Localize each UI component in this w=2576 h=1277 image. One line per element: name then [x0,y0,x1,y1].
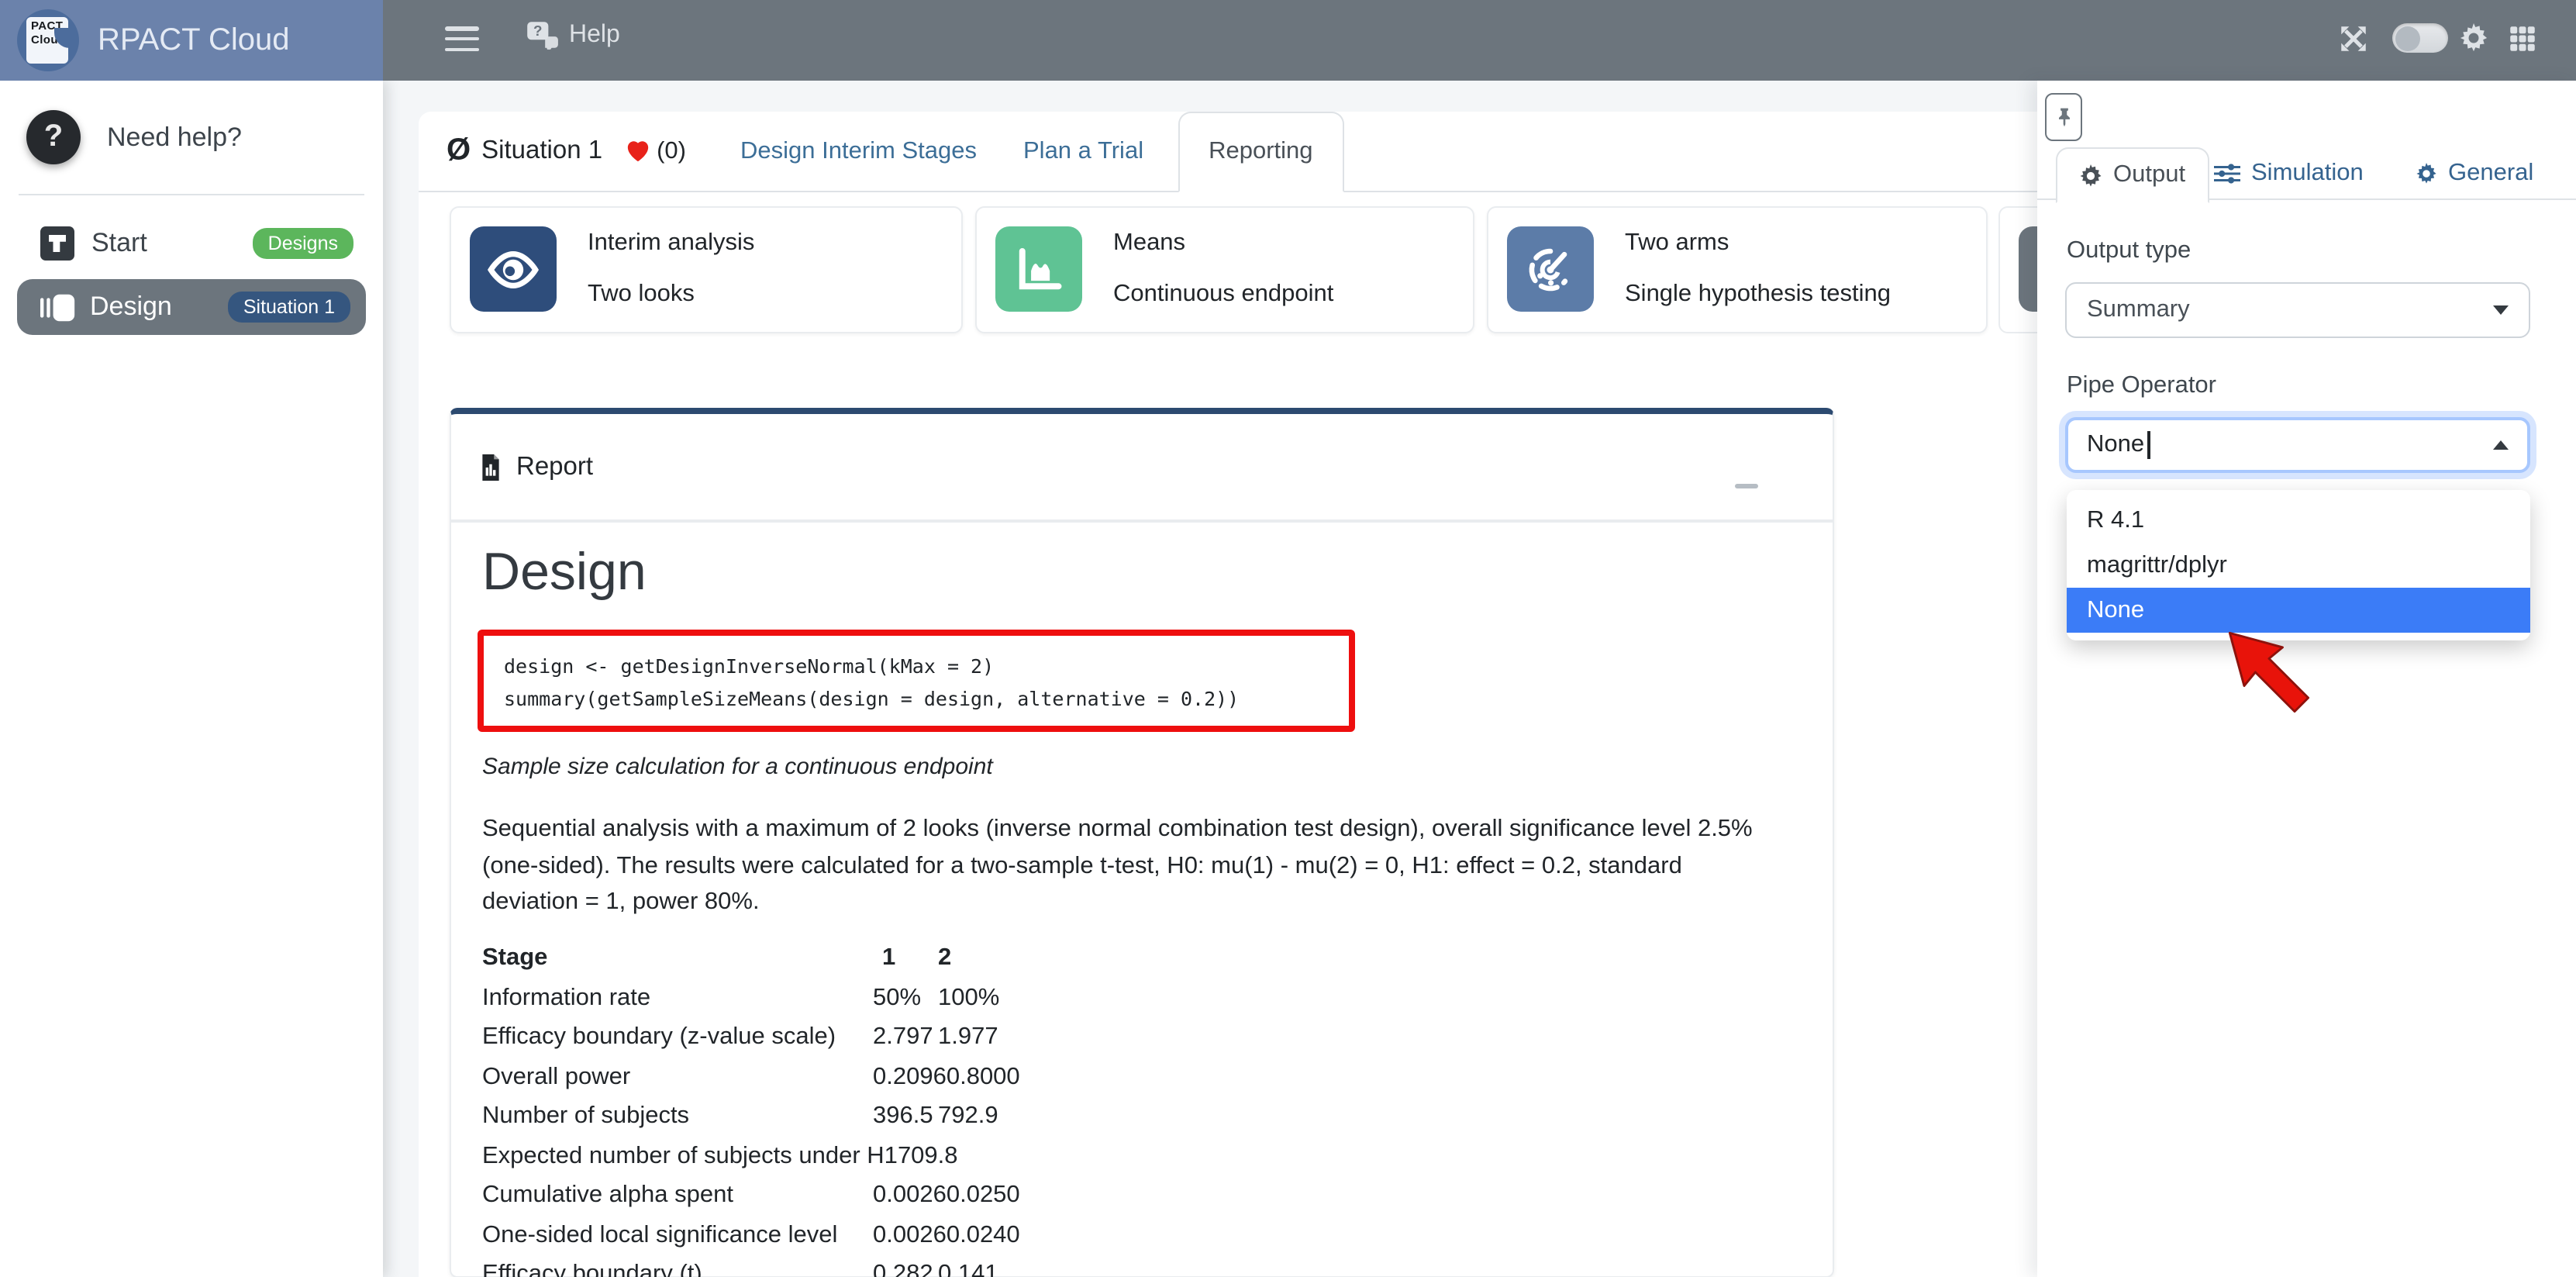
option-r41[interactable]: R 4.1 [2067,498,2530,543]
tab-reporting[interactable]: Reporting [1178,112,1343,192]
code-line: design <- getDesignInverseNormal(kMax = … [504,650,1349,682]
start-icon [40,226,74,261]
hamburger-menu-icon[interactable] [445,26,479,58]
card-means[interactable]: Means Continuous endpoint [975,206,1474,333]
file-bar-chart-icon [478,454,504,480]
sidebar: ? Need help? Start Designs Design Situat… [0,81,383,1277]
report-paragraph: Sequential analysis with a maximum of 2 … [482,811,1769,920]
code-line: summary(getSampleSizeMeans(design = desi… [504,682,1349,715]
chevron-up-icon [2493,440,2509,450]
design-summary-cards: Interim analysis Two looks Means Continu… [450,206,1988,333]
r-code-block: design <- getDesignInverseNormal(kMax = … [478,630,1355,732]
likes-count: (0) [657,137,686,165]
heart-icon[interactable] [624,138,650,164]
col-header-1: 1 [873,944,938,972]
gears-icon [2416,163,2437,185]
report-panel: Report Design design <- getDesignInverse… [450,408,1834,1277]
top-bar: PACT Cloud RPACT Cloud Help [0,0,2576,81]
tab-simulation[interactable]: Simulation [2214,147,2364,200]
col-header-stage: Stage [482,944,873,972]
sidebar-item-label: Start [91,228,147,259]
eye-icon [470,226,557,312]
card-subtitle: Continuous endpoint [1113,281,1333,309]
tab-design-interim-stages[interactable]: Design Interim Stages [740,137,977,165]
card-title: Means [1113,230,1333,257]
apps-grid-icon[interactable] [2509,25,2536,53]
drawer-tab-bar: Output Simulation General [2037,147,2576,200]
workspace-card: Ø Situation 1 (0) Design Interim Stages … [419,112,2062,1277]
table-row: Efficacy boundary (t)0.2820.141 [482,1261,1020,1277]
tab-general[interactable]: General [2416,147,2533,200]
designs-badge: Designs [253,228,353,259]
output-type-label: Output type [2067,237,2191,265]
results-table: Stage12 Information rate50%100% Efficacy… [482,944,1020,1277]
help-button[interactable]: Help [524,20,620,50]
need-help-link[interactable]: Need help? [107,123,242,154]
table-row: Efficacy boundary (z-value scale)2.7971.… [482,1023,1020,1063]
pipe-operator-label: Pipe Operator [2067,372,2216,400]
text-cursor [2147,431,2150,459]
app-title: RPACT Cloud [98,22,290,58]
report-heading: Design [482,543,647,603]
fullscreen-icon[interactable] [2340,25,2367,53]
table-row: Cumulative alpha spent0.00260.0250 [482,1182,1020,1221]
chat-question-icon [524,20,560,50]
workspace-tab-bar: Ø Situation 1 (0) Design Interim Stages … [419,112,2062,192]
report-caption: Sample size calculation for a continuous… [482,754,993,780]
table-row: Expected number of subjects under H1709.… [482,1142,1020,1182]
gear-icon [2079,164,2102,187]
pin-icon [2054,107,2074,127]
chevron-down-icon [2493,305,2509,315]
card-title: Two arms [1625,230,1891,257]
pin-drawer-button[interactable] [2045,93,2082,141]
option-magrittr[interactable]: magrittr/dplyr [2067,543,2530,588]
sidebar-item-label: Design [90,292,172,323]
table-header-row: Stage12 [482,944,1020,984]
card-title: Interim analysis [588,230,754,257]
card-interim-analysis[interactable]: Interim analysis Two looks [450,206,963,333]
help-label: Help [569,21,620,49]
table-row: One-sided local significance level0.0026… [482,1221,1020,1261]
app-root: ? [0,0,2576,1277]
card-two-arms[interactable]: Two arms Single hypothesis testing [1487,206,1988,333]
dark-mode-toggle[interactable] [2392,23,2448,53]
pipe-operator-combobox[interactable]: None [2065,417,2530,473]
tab-output[interactable]: Output [2056,147,2209,203]
table-row: Number of subjects396.5792.9 [482,1103,1020,1142]
brand-header: PACT Cloud RPACT Cloud [0,0,383,81]
sidebar-divider [19,194,364,195]
minimize-button[interactable] [1735,484,1758,488]
sliders-icon [2214,163,2240,185]
sidebar-item-start[interactable]: Start Designs [17,219,366,268]
target-icon [1507,226,1594,312]
situation-title: Situation 1 [481,136,602,166]
card-subtitle: Single hypothesis testing [1625,281,1891,309]
report-panel-title: Report [516,452,593,481]
output-type-select[interactable]: Summary [2065,282,2530,338]
table-row: Information rate50%100% [482,984,1020,1023]
chart-area-icon [995,226,1082,312]
question-mark-icon[interactable]: ? [26,110,81,164]
tab-plan-a-trial[interactable]: Plan a Trial [1023,137,1143,165]
sidebar-item-design[interactable]: Design Situation 1 [17,279,366,335]
situation-badge: Situation 1 [228,292,350,323]
report-panel-header: Report [451,414,1833,523]
red-annotation-arrow [2217,625,2323,721]
settings-gear-icon[interactable] [2459,23,2488,53]
table-row: Overall power0.20960.8000 [482,1063,1020,1103]
rpact-logo: PACT Cloud [17,9,79,71]
col-header-2: 2 [938,944,951,971]
card-subtitle: Two looks [588,281,754,309]
situation-icon: Ø [447,133,471,169]
pipe-operator-dropdown: R 4.1 magrittr/dplyr None [2067,490,2530,640]
design-icon [40,292,76,322]
